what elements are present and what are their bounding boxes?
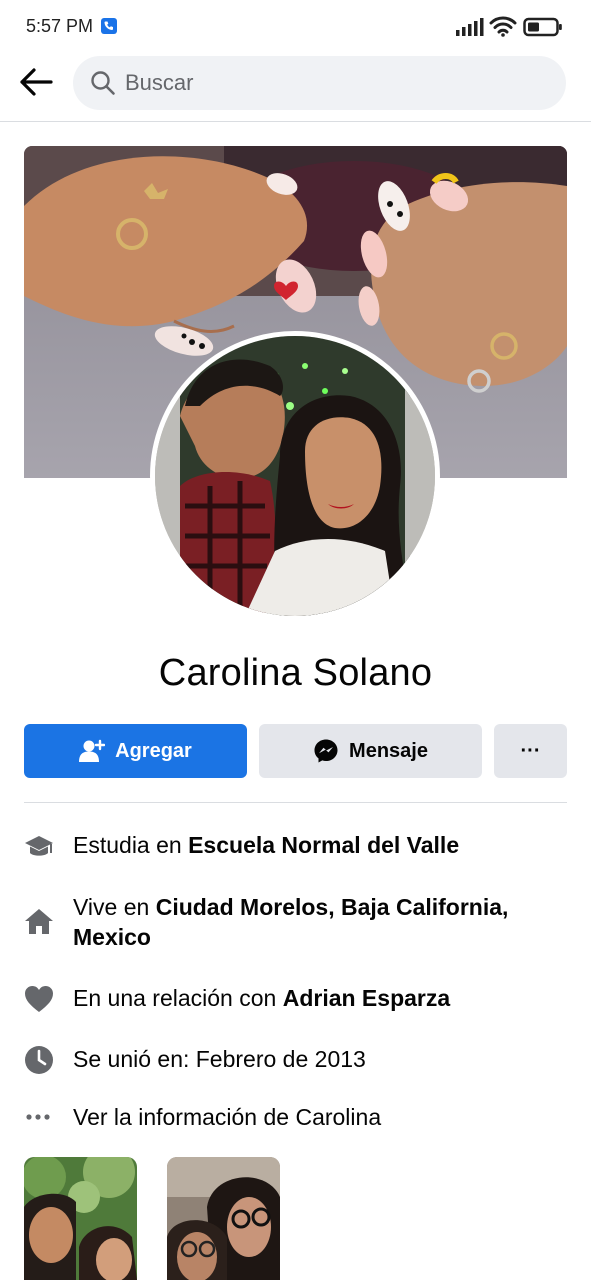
wifi-icon [489,15,517,42]
back-arrow-icon [19,67,53,102]
status-bar: 5:57 PM [0,0,591,54]
add-friend-icon [79,739,106,763]
profile-name: Carolina Solano [158,652,433,694]
intro-text-location: Vive en Ciudad Morelos, Baja California,… [73,892,553,952]
message-label: Mensaje [349,739,428,762]
education-school-link[interactable]: Escuela Normal del Valle [188,832,459,858]
graduation-cap-icon [24,832,54,862]
photo-thumbnail[interactable] [24,1157,137,1280]
search-input[interactable] [125,56,545,110]
search-header [0,54,591,122]
heart-icon [24,984,54,1014]
more-dots-icon: ··· [520,739,541,762]
search-box[interactable] [73,56,566,110]
status-time: 5:57 PM [26,16,94,36]
intro-text-joined: Se unió en: Febrero de 2013 [73,1046,366,1072]
add-friend-button[interactable]: Agregar [24,724,247,778]
profile-avatar[interactable] [150,331,440,621]
location-prefix: Vive en [73,894,156,920]
battery-icon [523,17,563,42]
search-icon [90,70,116,101]
cell-signal-icon [456,18,484,41]
add-friend-label: Agregar [115,739,192,762]
messenger-icon [313,738,339,764]
message-button[interactable]: Mensaje [259,724,482,778]
relationship-prefix: En una relación con [73,985,283,1011]
intro-text-education: Estudia en Escuela Normal del Valle [73,830,553,860]
more-options-button[interactable]: ··· [494,724,567,778]
see-about-info-label: Ver la información de Carolina [73,1104,382,1130]
more-dots-icon [24,1102,54,1132]
intro-text-relationship: En una relación con Adrian Esparza [73,983,553,1013]
photo-thumbnail[interactable] [167,1157,280,1280]
relationship-partner-link[interactable]: Adrian Esparza [283,985,450,1011]
clock-icon [24,1045,54,1075]
phone-call-badge-icon [101,18,117,34]
house-icon [24,906,54,936]
back-button[interactable] [14,64,58,104]
education-prefix: Estudia en [73,832,189,858]
divider [24,802,567,803]
